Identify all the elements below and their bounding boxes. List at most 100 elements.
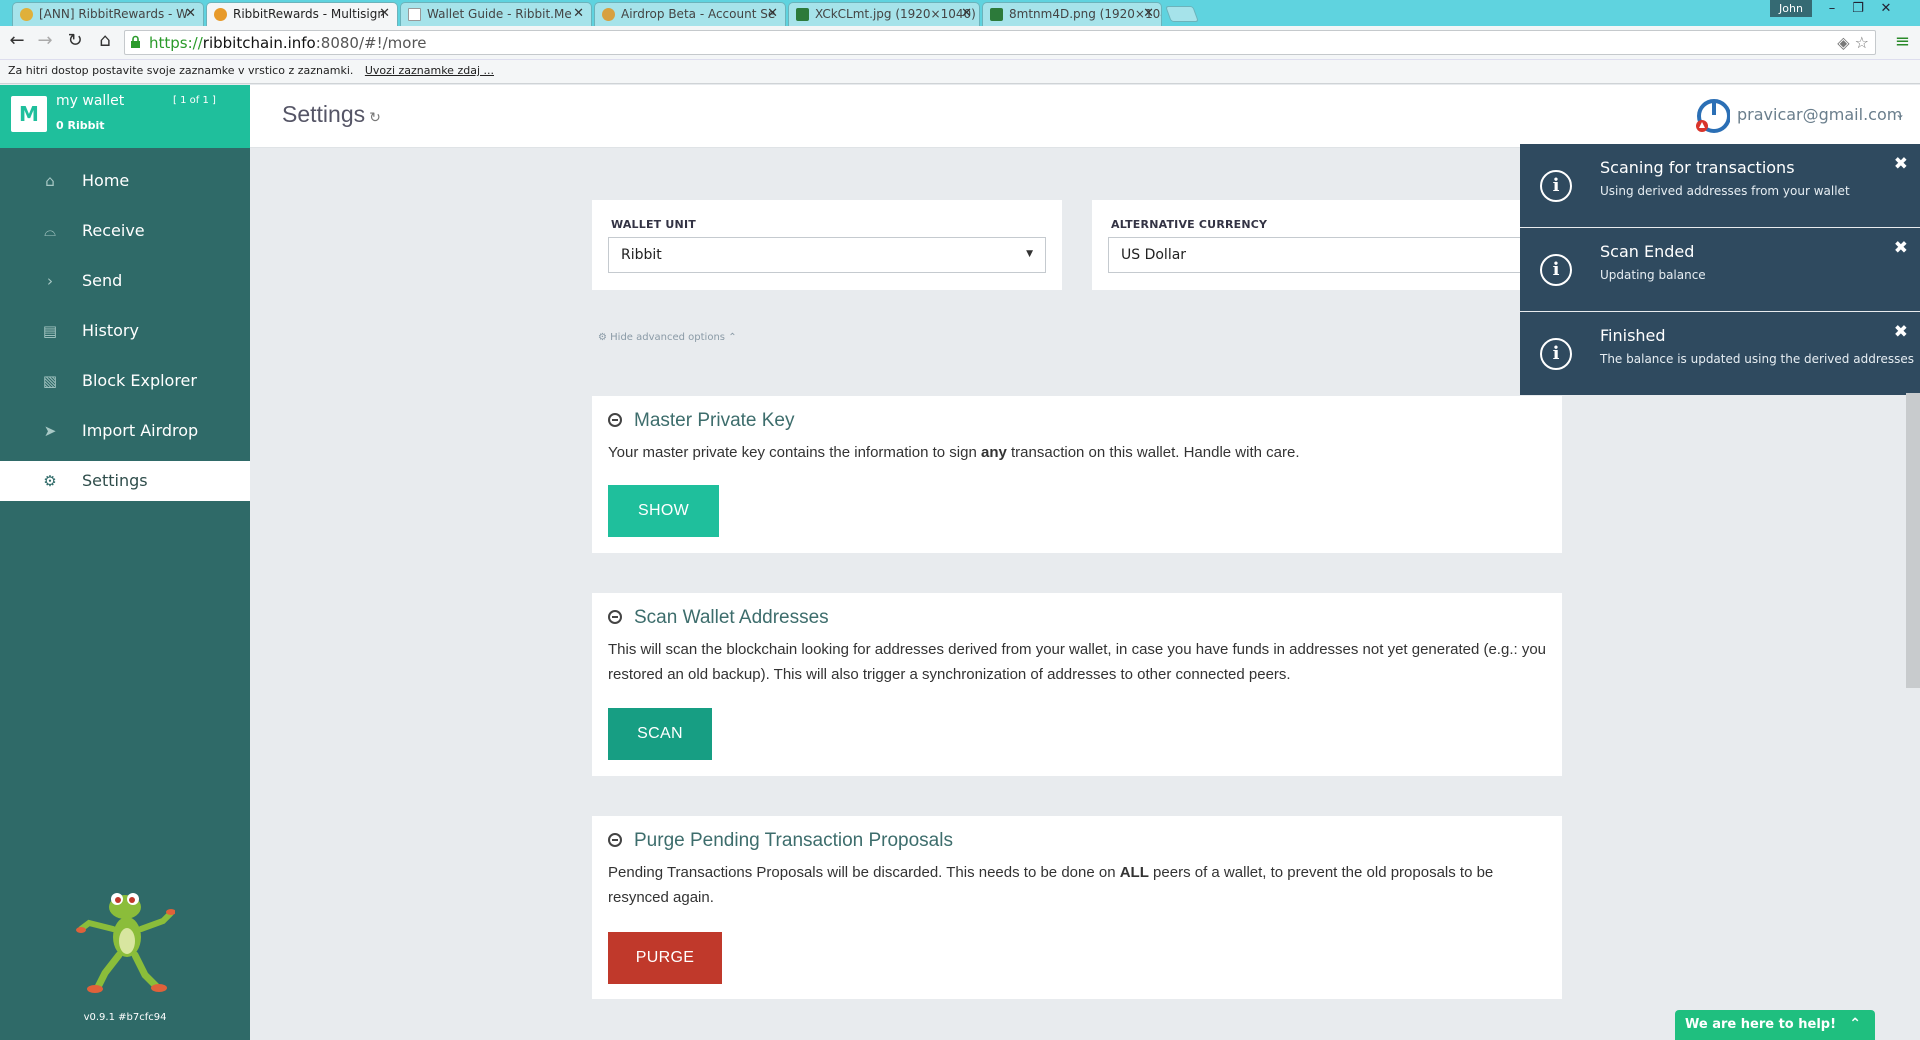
section-description: This will scan the blockchain looking fo…: [608, 641, 1547, 683]
tab-title: 8mtnm4D.png (1920×104: [1009, 7, 1162, 21]
alternative-currency-label: ALTERNATIVE CURRENCY: [1111, 218, 1268, 231]
browser-tab[interactable]: [ANN] RibbitRewards - W ✕: [12, 2, 204, 26]
sidebar-item-send[interactable]: › Send: [0, 261, 250, 301]
caret-down-icon: ▼: [1026, 249, 1033, 259]
sidebar-item-label: Block Explorer: [82, 371, 197, 390]
wallet-unit-card: WALLET UNIT Ribbit ▼: [592, 200, 1062, 290]
import-bookmarks-link[interactable]: Uvozi zaznamke zdaj ...: [365, 64, 494, 77]
send-icon: ›: [47, 272, 53, 290]
document-favicon-icon: [408, 8, 421, 21]
section-title[interactable]: Master Private Key: [608, 410, 795, 432]
user-email[interactable]: pravicar@gmail.com: [1737, 105, 1902, 124]
collapse-minus-icon[interactable]: [608, 610, 622, 624]
window-close-icon[interactable]: ✕: [1872, 1, 1900, 16]
home-icon[interactable]: ⌂: [92, 30, 118, 51]
page-title: Settings ↻: [282, 101, 381, 127]
scan-button[interactable]: SCAN: [608, 708, 712, 760]
tab-title: [ANN] RibbitRewards - W: [39, 7, 189, 21]
master-private-key-section: Master Private Key Your master private k…: [592, 396, 1562, 553]
browser-tab-bar: [ANN] RibbitRewards - W ✕ RibbitRewards …: [0, 0, 1920, 26]
bookmarks-bar: Za hitri dostop postavite svoje zaznamke…: [0, 60, 1920, 84]
browser-user-badge[interactable]: John: [1770, 0, 1812, 17]
frog-favicon-icon: [214, 8, 227, 21]
info-icon: i: [1540, 170, 1572, 202]
chart-icon: ▧: [42, 372, 58, 390]
browser-tab[interactable]: Airdrop Beta - Account Se ✕: [594, 2, 786, 26]
sidebar-item-home[interactable]: ⌂ Home: [0, 161, 250, 201]
sidebar-item-block-explorer[interactable]: ▧ Block Explorer: [0, 361, 250, 401]
gear-icon: ⚙: [43, 472, 57, 490]
browser-tab[interactable]: XCkCLmt.jpg (1920×1040) ✕: [788, 2, 980, 26]
browser-tab[interactable]: 8mtnm4D.png (1920×104 ✕: [982, 2, 1162, 26]
notification-title: Scan Ended: [1600, 242, 1695, 261]
help-widget-label: We are here to help!: [1685, 1017, 1837, 1032]
user-power-avatar-icon[interactable]: [1694, 98, 1730, 134]
sidebar-item-receive[interactable]: ⌓ Receive: [0, 211, 250, 251]
notification-message: Using derived addresses from your wallet: [1600, 184, 1850, 198]
bookmark-star-icon[interactable]: ◈ ☆: [1837, 33, 1869, 52]
close-icon[interactable]: ✕: [1143, 6, 1154, 21]
sidebar-item-label: Import Airdrop: [82, 421, 199, 440]
notification-toast[interactable]: i Finished The balance is updated using …: [1520, 312, 1920, 395]
info-icon: i: [1540, 254, 1572, 286]
forward-arrow-icon[interactable]: →: [32, 30, 58, 51]
image-favicon-icon: [990, 8, 1003, 21]
close-icon[interactable]: ✕: [573, 6, 584, 21]
sidebar-item-label: History: [82, 321, 139, 340]
notification-toast[interactable]: i Scan Ended Updating balance ✖: [1520, 228, 1920, 311]
section-title[interactable]: Purge Pending Transaction Proposals: [608, 830, 953, 852]
page-header: Settings ↻ pravicar@gmail.com ⌄: [250, 85, 1920, 148]
notification-toast[interactable]: i Scaning for transactions Using derived…: [1520, 144, 1920, 227]
url-text: https://ribbitchain.info:8080/#!/more: [149, 34, 427, 52]
section-title[interactable]: Scan Wallet Addresses: [608, 607, 829, 629]
restore-icon[interactable]: ❐: [1844, 1, 1872, 16]
browser-tab[interactable]: Wallet Guide - Ribbit.Me ✕: [400, 2, 592, 26]
close-icon[interactable]: ✕: [379, 6, 390, 21]
info-icon: i: [1540, 338, 1572, 370]
close-icon[interactable]: ✖: [1894, 322, 1908, 342]
chevron-up-icon: ⌃: [1849, 1016, 1861, 1032]
sidebar-item-history[interactable]: ▤ History: [0, 311, 250, 351]
advanced-options-label: Hide advanced options: [610, 332, 725, 343]
close-icon[interactable]: ✕: [767, 6, 778, 21]
gear-icon: ⚙: [598, 332, 607, 343]
close-icon[interactable]: ✖: [1894, 154, 1908, 174]
sidebar-item-label: Settings: [82, 471, 148, 490]
collapse-minus-icon[interactable]: [608, 413, 622, 427]
advanced-options-toggle[interactable]: ⚙ Hide advanced options ⌃: [598, 332, 737, 343]
notification-message: The balance is updated using the derived…: [1600, 352, 1915, 366]
tab-title: RibbitRewards - Multisign: [233, 7, 385, 21]
sidebar-item-import-airdrop[interactable]: ➤ Import Airdrop: [0, 411, 250, 451]
notification-title: Finished: [1600, 326, 1666, 345]
purge-button[interactable]: PURGE: [608, 932, 722, 984]
tab-title: Airdrop Beta - Account Se: [621, 7, 776, 21]
wallet-unit-select[interactable]: Ribbit ▼: [608, 237, 1046, 273]
back-arrow-icon[interactable]: ←: [4, 30, 30, 51]
show-key-button[interactable]: SHOW: [608, 485, 719, 537]
address-bar[interactable]: https://ribbitchain.info:8080/#!/more ◈ …: [124, 30, 1876, 55]
close-icon[interactable]: ✖: [1894, 238, 1908, 258]
close-icon[interactable]: ✕: [185, 6, 196, 21]
minimize-icon[interactable]: –: [1818, 1, 1846, 16]
browser-toolbar: ← → ↻ ⌂ https://ribbitchain.info:8080/#!…: [0, 26, 1920, 60]
lock-icon: [131, 35, 140, 48]
notification-title: Scaning for transactions: [1600, 158, 1795, 177]
chevron-down-icon[interactable]: ⌄: [1895, 107, 1905, 121]
bookmarks-hint: Za hitri dostop postavite svoje zaznamke…: [8, 64, 354, 77]
sidebar-item-settings[interactable]: ⚙ Settings: [0, 461, 250, 501]
alternative-currency-select[interactable]: US Dollar: [1108, 237, 1528, 273]
wallet-header[interactable]: M my wallet [ 1 of 1 ] 0 Ribbit: [0, 85, 250, 148]
reload-icon[interactable]: ↻: [62, 30, 88, 51]
section-description: Your master private key contains the inf…: [608, 444, 1300, 461]
alternative-currency-card: ALTERNATIVE CURRENCY US Dollar: [1092, 200, 1528, 290]
collapse-minus-icon[interactable]: [608, 833, 622, 847]
browser-tab-active[interactable]: RibbitRewards - Multisign ✕: [206, 2, 398, 26]
close-icon[interactable]: ✕: [961, 6, 972, 21]
new-tab-button[interactable]: [1165, 6, 1199, 22]
history-icon: ▤: [42, 322, 58, 340]
browser-menu-icon[interactable]: ≡: [1895, 31, 1910, 52]
refresh-icon[interactable]: ↻: [369, 109, 381, 125]
help-chat-widget[interactable]: We are here to help! ⌃: [1675, 1010, 1875, 1040]
page-scrollbar[interactable]: [1906, 393, 1920, 688]
sidebar-item-label: Send: [82, 271, 123, 290]
